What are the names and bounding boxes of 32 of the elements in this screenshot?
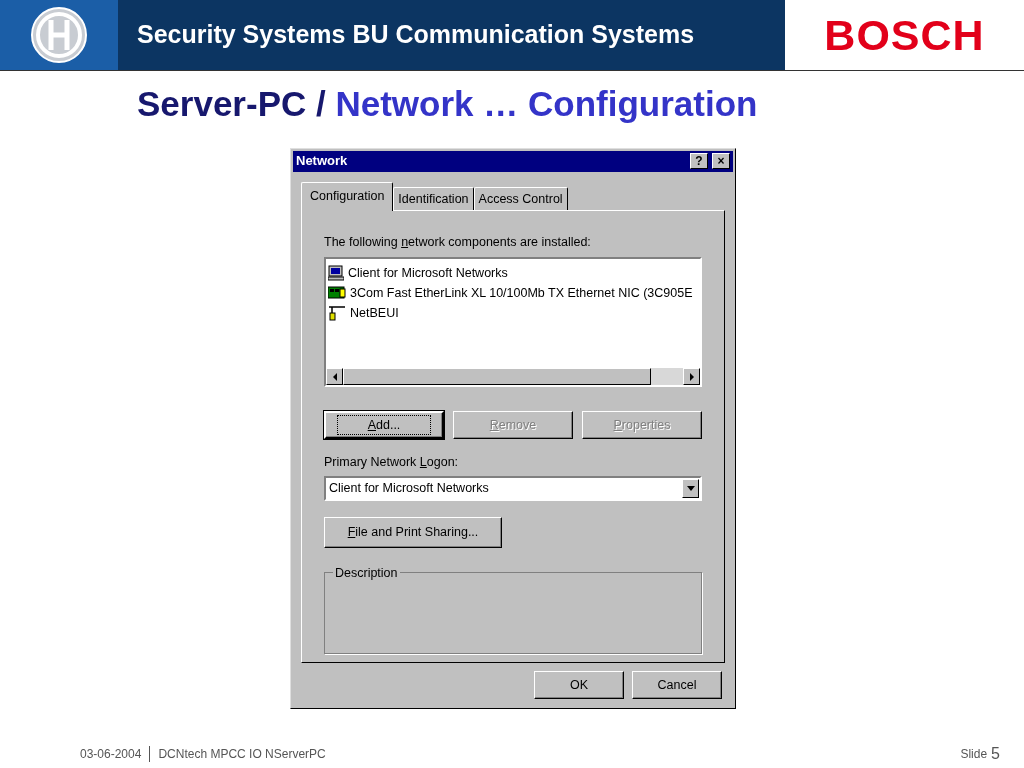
tab[interactable]: Identification (393, 186, 474, 211)
help-button[interactable]: ? (690, 153, 708, 169)
cable-icon (328, 305, 346, 321)
left-arrow-icon[interactable] (331, 372, 338, 381)
list-item[interactable]: 3Com Fast EtherLink XL 10/100Mb TX Ethernet NIC (3C905E (350, 283, 693, 303)
brand-logo: BOSCH (824, 9, 985, 61)
components-list[interactable]: Client for Microsoft Networks 3Com Fast EtherLink XL 10/100Mb TX Ethernet NIC (3C905E NetBEUI (324, 257, 702, 387)
file-sharing-button[interactable]: File and Print Sharing... (324, 516, 502, 548)
list-item[interactable]: NetBEUI (350, 303, 399, 323)
horizontal-scrollbar[interactable] (326, 368, 700, 385)
tab[interactable]: Configuration (301, 181, 394, 212)
list-label: The following network components are installed: (324, 234, 591, 252)
footer-text: DCNtech MPCC IO NServerPC (158, 746, 326, 763)
window-title: Network (296, 152, 348, 171)
ok-button[interactable]: OK (534, 671, 624, 700)
slide-label: Slide (960, 746, 988, 763)
logo-icon (30, 6, 88, 64)
add-button[interactable]: Add... (324, 411, 444, 439)
slide-title: Server-PC / Network … Configuration (137, 85, 759, 124)
close-button[interactable]: × (712, 153, 730, 169)
tab[interactable]: Access Control (473, 186, 568, 211)
logon-label: Primary Network Logon: (324, 454, 460, 471)
dropdown-arrow-icon[interactable] (686, 485, 695, 491)
logon-dropdown[interactable]: Client for Microsoft Networks (324, 475, 702, 501)
right-arrow-icon[interactable] (688, 372, 695, 381)
list-item[interactable]: Client for Microsoft Networks (348, 263, 508, 283)
header-title: Security Systems BU Communication Systems (136, 19, 695, 51)
cancel-button[interactable]: Cancel (632, 671, 722, 700)
slide-number: 5 (991, 744, 1000, 764)
computer-icon (328, 265, 344, 281)
network-card-icon (328, 285, 346, 301)
footer-date: 03-06-2004 (80, 746, 142, 763)
